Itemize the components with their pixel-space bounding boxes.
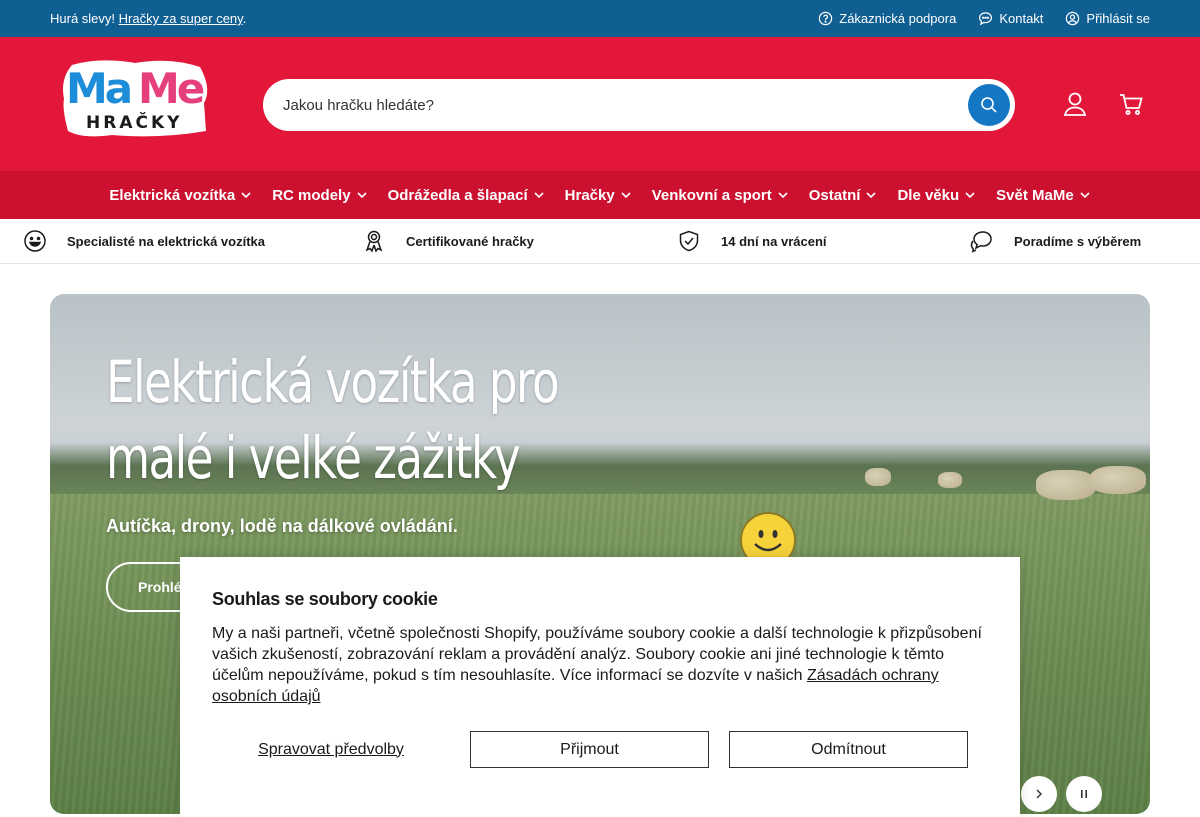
manage-preferences-button[interactable]: Spravovat předvolby bbox=[212, 731, 450, 768]
nav-item-label: RC modely bbox=[272, 186, 351, 204]
usp-item: Certifikované hračky bbox=[362, 229, 534, 253]
account-button[interactable] bbox=[1060, 89, 1090, 119]
site-header: Ma Me HRAČKY bbox=[0, 37, 1200, 171]
usp-item: 14 dní na vrácení bbox=[677, 229, 827, 253]
nav-item-venkovni-a-sport[interactable]: Venkovní a sport bbox=[642, 187, 799, 204]
contact-link[interactable]: Kontakt bbox=[978, 11, 1043, 26]
usp-item: Poradíme s výběrem bbox=[970, 229, 1141, 253]
login-link[interactable]: Přihlásit se bbox=[1065, 11, 1150, 26]
support-link[interactable]: Zákaznická podpora bbox=[818, 11, 956, 26]
promo-end: . bbox=[242, 11, 247, 26]
top-links: Zákaznická podpora Kontakt Přihlásit se bbox=[818, 11, 1150, 26]
chevron-right-icon bbox=[1036, 789, 1042, 799]
award-icon bbox=[365, 230, 383, 253]
hay-bale bbox=[1090, 466, 1146, 494]
cookie-title: Souhlas se soubory cookie bbox=[212, 589, 438, 609]
user-icon bbox=[1063, 92, 1087, 116]
cookie-consent-dialog: Souhlas se soubory cookie My a naši part… bbox=[180, 557, 1020, 817]
nav-item-label: Elektrická vozítka bbox=[109, 186, 236, 204]
smile-icon bbox=[24, 230, 46, 252]
hero-title: Elektrická vozítka pro malé i velké záži… bbox=[106, 344, 652, 496]
header-actions bbox=[1060, 89, 1146, 119]
shield-check-icon bbox=[679, 230, 699, 252]
search-box bbox=[263, 79, 1015, 131]
chevron-down-icon bbox=[621, 192, 631, 199]
usp-item: Specialisté na elektrická vozítka bbox=[23, 229, 265, 253]
slider-next-button[interactable] bbox=[1021, 776, 1057, 812]
slider-pause-button[interactable] bbox=[1066, 776, 1102, 812]
hero-title-line2: malé i velké zážitky bbox=[106, 424, 521, 492]
user-circle-icon bbox=[1066, 11, 1080, 26]
contact-label: Kontakt bbox=[999, 11, 1044, 26]
search-input[interactable] bbox=[283, 96, 923, 114]
nav-item-label: Hračky bbox=[564, 186, 615, 204]
decline-button[interactable]: Odmítnout bbox=[729, 731, 968, 768]
usp-label: Poradíme s výběrem bbox=[1014, 233, 1142, 249]
site-logo[interactable]: Ma Me HRAČKY bbox=[60, 59, 230, 149]
nav-item-elektricka-vozitka[interactable]: Elektrická vozítka bbox=[99, 187, 262, 204]
cart-button[interactable] bbox=[1116, 89, 1146, 119]
chevron-down-icon bbox=[241, 192, 251, 199]
hay-bale bbox=[865, 468, 891, 486]
mame-logo-icon: Ma Me HRAČKY bbox=[63, 60, 208, 137]
nav-item-hracky[interactable]: Hračky bbox=[555, 187, 642, 204]
svg-text:Me: Me bbox=[138, 64, 204, 113]
cookie-text: My a naši partneři, včetně společnosti S… bbox=[212, 623, 992, 707]
chevron-down-icon bbox=[1080, 192, 1090, 199]
nav-item-dle-veku[interactable]: Dle věku bbox=[887, 187, 986, 204]
hero-title-line1: Elektrická vozítka pro bbox=[106, 348, 560, 416]
announcement-bar: Hurá slevy! Hračky za super ceny. Zákazn… bbox=[0, 0, 1200, 37]
svg-text:Ma: Ma bbox=[66, 64, 131, 113]
chevron-down-icon bbox=[965, 192, 975, 199]
login-label: Přihlásit se bbox=[1086, 11, 1150, 26]
nav-item-odrazedla[interactable]: Odrážedla a šlapací bbox=[378, 187, 555, 204]
usp-label: 14 dní na vrácení bbox=[721, 233, 827, 249]
chat-bubble-icon bbox=[979, 12, 993, 26]
promo-link[interactable]: Hračky za super ceny bbox=[119, 11, 243, 26]
usp-bar: Specialisté na elektrická vozítka Certif… bbox=[0, 219, 1200, 264]
svg-text:HRAČKY: HRAČKY bbox=[86, 111, 182, 133]
hero-subtitle: Autíčka, drony, lodě na dálkové ovládání… bbox=[106, 516, 458, 536]
cart-icon bbox=[1120, 94, 1143, 115]
usp-label: Certifikované hračky bbox=[406, 233, 534, 249]
chevron-down-icon bbox=[357, 192, 367, 199]
hero-cta-label: Prohlé bbox=[138, 579, 182, 595]
usp-label: Specialisté na elektrická vozítka bbox=[67, 233, 265, 249]
promo: Hurá slevy! Hračky za super ceny. bbox=[50, 11, 246, 26]
help-circle-icon bbox=[819, 11, 833, 26]
nav-item-label: Odrážedla a šlapací bbox=[387, 186, 528, 204]
hay-bale bbox=[938, 472, 962, 488]
accept-button[interactable]: Přijmout bbox=[470, 731, 709, 768]
nav-item-rc-modely[interactable]: RC modely bbox=[262, 187, 377, 204]
chevron-down-icon bbox=[534, 192, 544, 199]
cookie-actions: Spravovat předvolby Přijmout Odmítnout bbox=[212, 731, 968, 768]
pause-icon bbox=[1081, 790, 1087, 798]
chevron-down-icon bbox=[866, 192, 877, 199]
nav-item-ostatni[interactable]: Ostatní bbox=[799, 187, 888, 204]
nav-item-label: Dle věku bbox=[897, 186, 960, 204]
chat-icon bbox=[970, 231, 992, 253]
nav-item-label: Venkovní a sport bbox=[651, 186, 772, 204]
promo-text: Hurá slevy! bbox=[50, 11, 116, 26]
nav-item-label: Svět MaMe bbox=[996, 186, 1074, 204]
chevron-down-icon bbox=[778, 192, 788, 199]
hay-bale bbox=[1036, 470, 1096, 500]
support-label: Zákaznická podpora bbox=[839, 11, 957, 26]
nav-item-label: Ostatní bbox=[808, 186, 861, 204]
search-button[interactable] bbox=[968, 84, 1010, 126]
main-nav: Elektrická vozítka RC modely Odrážedla a… bbox=[0, 171, 1200, 219]
nav-item-svet-mame[interactable]: Svět MaMe bbox=[986, 187, 1101, 204]
search-icon bbox=[981, 97, 997, 113]
